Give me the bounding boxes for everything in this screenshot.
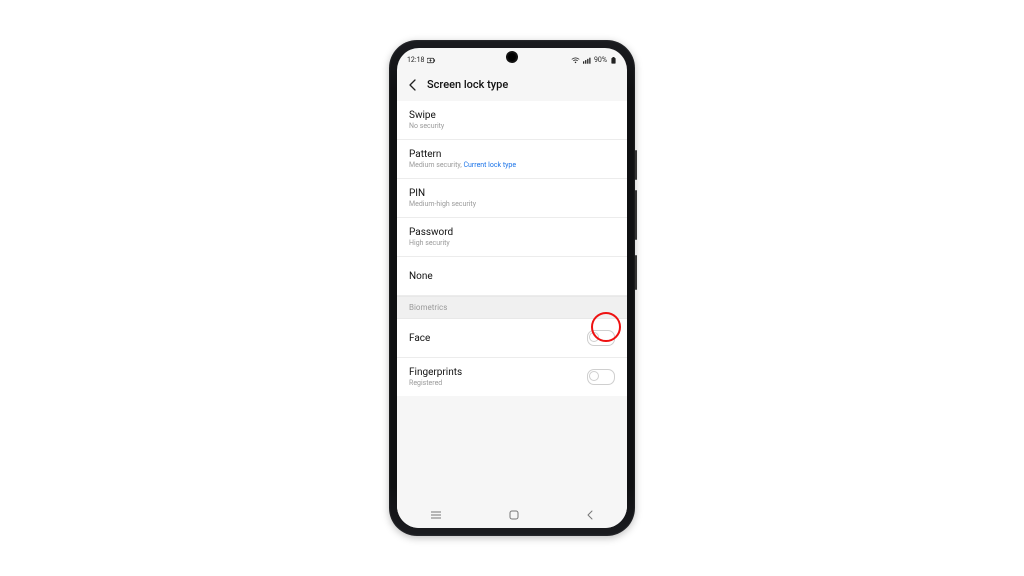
wifi-icon <box>571 57 580 64</box>
battery-icon <box>610 57 617 64</box>
status-time: 12:18 <box>407 56 424 64</box>
android-navbar <box>397 502 627 528</box>
option-label: Password <box>409 227 453 238</box>
page-header: Screen lock type <box>397 68 627 101</box>
volume-up-button[interactable] <box>635 150 637 180</box>
option-label: Swipe <box>409 110 444 121</box>
option-pattern[interactable]: Pattern Medium security, Current lock ty… <box>397 140 627 179</box>
battery-charging-icon <box>427 57 436 64</box>
option-password[interactable]: Password High security <box>397 218 627 257</box>
option-sub: No security <box>409 122 444 130</box>
option-swipe[interactable]: Swipe No security <box>397 101 627 140</box>
option-label: None <box>409 271 433 282</box>
option-sub: Registered <box>409 379 462 387</box>
fingerprints-toggle[interactable] <box>587 369 615 385</box>
option-label: Pattern <box>409 149 516 160</box>
option-pin[interactable]: PIN Medium-high security <box>397 179 627 218</box>
volume-down-button[interactable] <box>635 190 637 240</box>
option-fingerprints[interactable]: Fingerprints Registered <box>397 358 627 396</box>
option-sub: High security <box>409 239 453 247</box>
section-biometrics: Biometrics <box>397 296 627 319</box>
status-battery-pct: 90% <box>594 56 607 64</box>
page-title: Screen lock type <box>427 78 508 91</box>
face-toggle[interactable] <box>587 330 615 346</box>
option-label: Fingerprints <box>409 367 462 378</box>
home-icon[interactable] <box>508 509 520 521</box>
option-none[interactable]: None <box>397 257 627 296</box>
option-sub: Medium security, Current lock type <box>409 161 516 169</box>
phone-frame: 12:18 90% Screen lock type <box>389 40 635 536</box>
back-icon[interactable] <box>407 79 419 91</box>
option-face[interactable]: Face <box>397 319 627 358</box>
recents-icon[interactable] <box>429 510 443 520</box>
option-label: PIN <box>409 188 476 199</box>
option-label: Face <box>409 333 430 344</box>
lock-type-list: Swipe No security Pattern Medium securit… <box>397 101 627 396</box>
power-button[interactable] <box>635 255 637 290</box>
signal-icon <box>583 57 591 64</box>
option-sub: Medium-high security <box>409 200 476 208</box>
front-camera <box>508 53 516 61</box>
current-lock-badge: Current lock type <box>463 161 516 169</box>
nav-back-icon[interactable] <box>585 509 595 521</box>
phone-screen: 12:18 90% Screen lock type <box>397 48 627 528</box>
